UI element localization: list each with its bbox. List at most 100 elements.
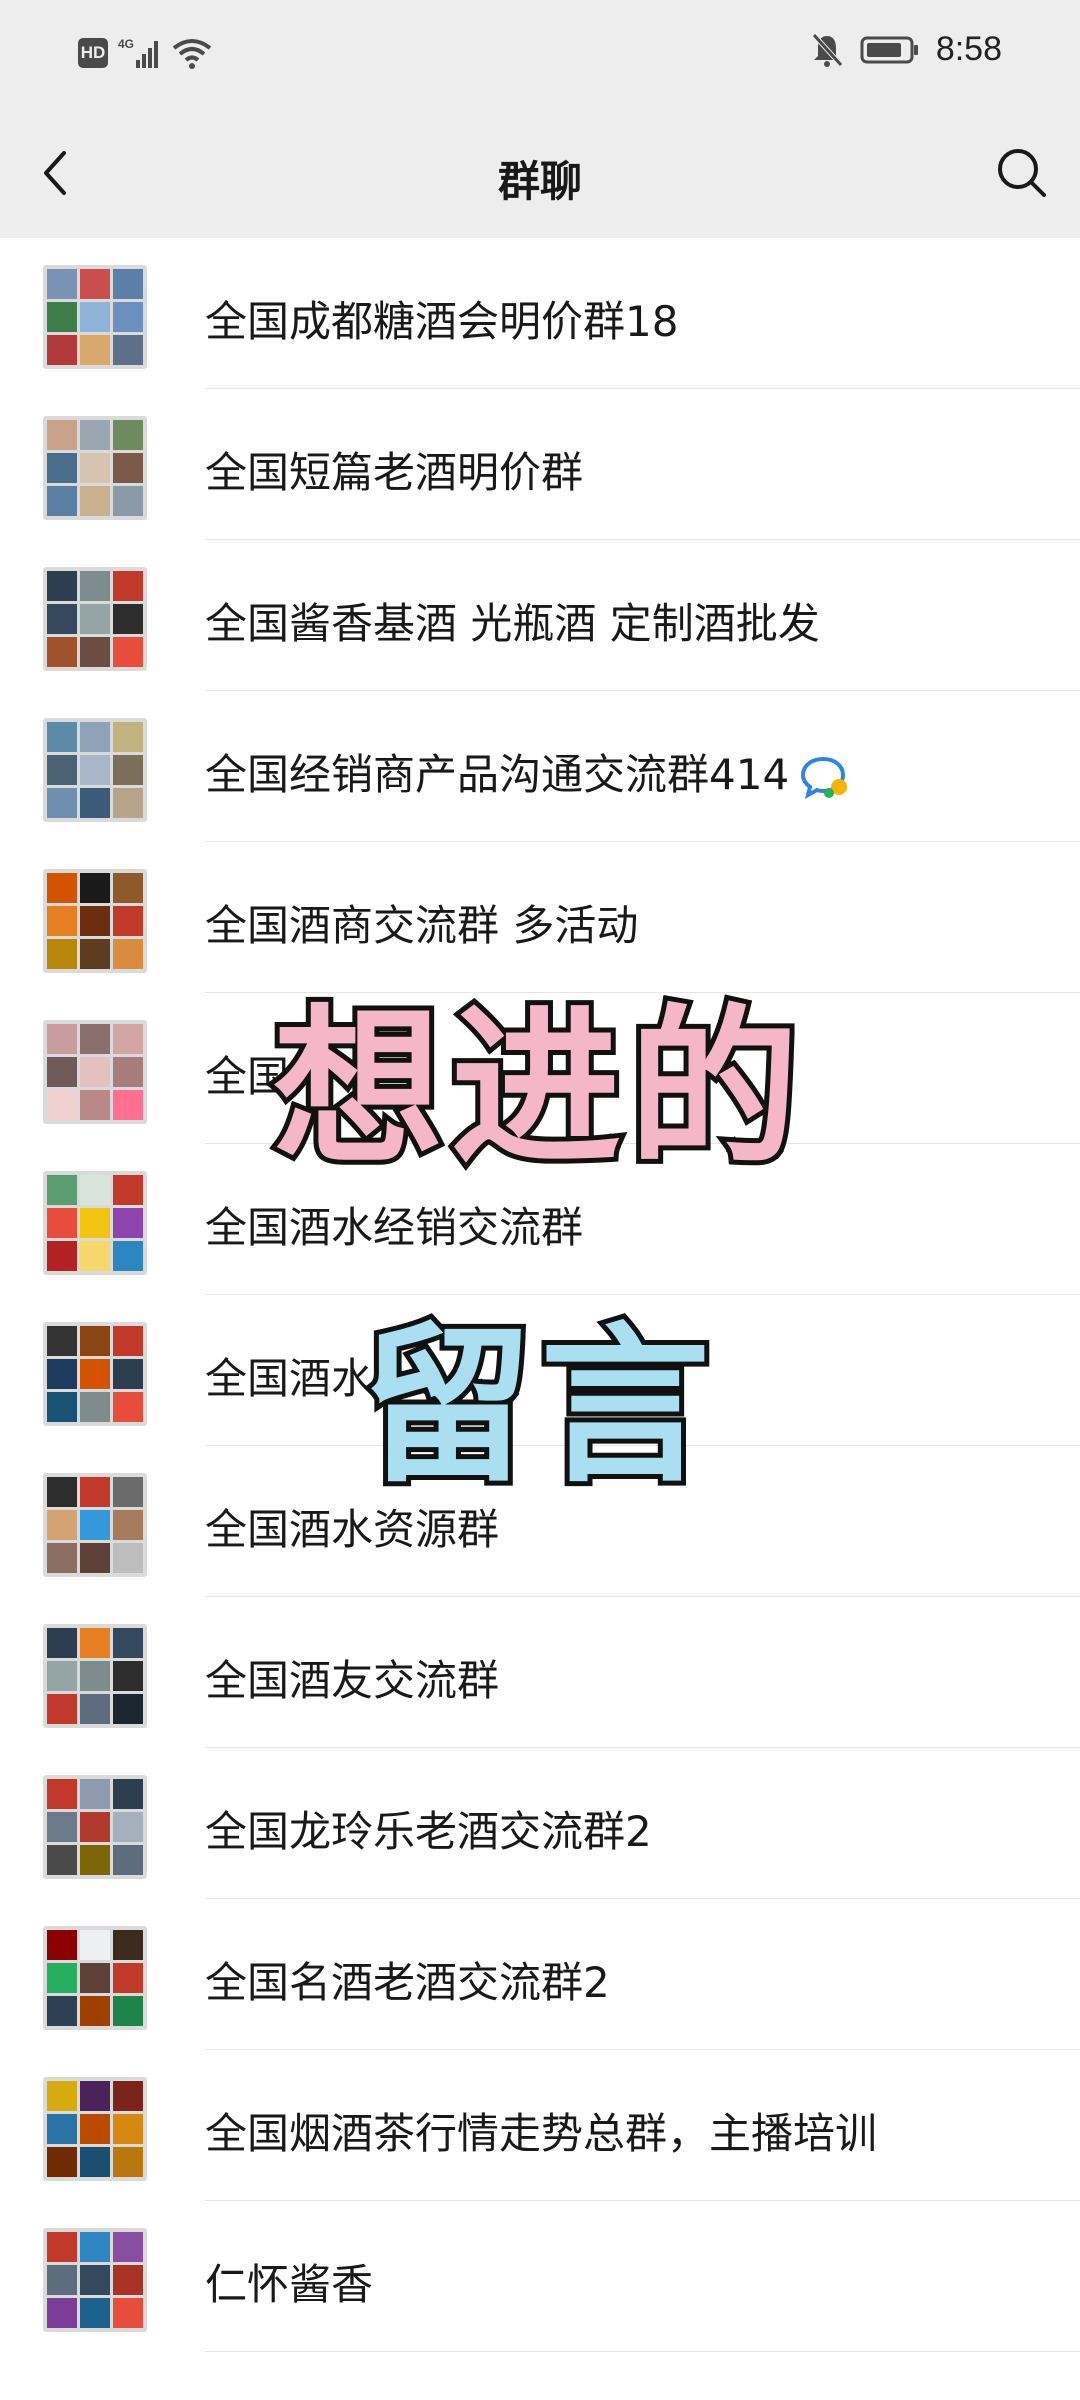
avatar-tile [47, 420, 77, 450]
avatar-tile [113, 1661, 143, 1691]
group-list-item[interactable]: 全国短篇老酒明价群 [0, 389, 1080, 540]
mute-bell-icon [811, 32, 843, 67]
avatar-tile [47, 2147, 77, 2177]
avatar-tile [80, 1845, 110, 1875]
hd-icon: HD [78, 38, 108, 68]
avatar-tile [47, 788, 77, 818]
avatar-tile [113, 453, 143, 483]
group-name-text: 全国酒商交流群 多活动 [205, 901, 639, 950]
avatar-tile [47, 1845, 77, 1875]
avatar-tile [80, 873, 110, 903]
group-name: 全国龙玲乐老酒交流群2 [205, 1798, 652, 1859]
group-name: 全国酒水经销交流群 [205, 1194, 583, 1255]
avatar-tile [80, 1628, 110, 1658]
avatar-tile [47, 637, 77, 667]
avatar-tile [80, 302, 110, 332]
avatar-tile [80, 2114, 110, 2144]
avatar-tile [113, 571, 143, 601]
avatar-tile [80, 1779, 110, 1809]
group-name-text: 仁怀酱香 [205, 2260, 374, 2309]
group-name: 全国经销商产品沟通交流群414 [205, 741, 851, 802]
avatar-tile [80, 1963, 110, 1993]
avatar-tile [80, 1930, 110, 1960]
avatar-tile [113, 1510, 143, 1540]
avatar-tile [113, 604, 143, 634]
avatar-tile [80, 637, 110, 667]
avatar-tile [47, 604, 77, 634]
search-icon[interactable] [992, 143, 1052, 203]
avatar-tile [80, 453, 110, 483]
avatar-tile [80, 1208, 110, 1238]
group-list-item[interactable]: 全国成都糖酒会明价群18 [0, 238, 1080, 389]
avatar-tile [80, 2147, 110, 2177]
group-list-item[interactable]: 全国名酒老酒交流群2 [0, 1899, 1080, 2050]
avatar-tile [113, 1963, 143, 1993]
avatar-tile [80, 1241, 110, 1271]
avatar-tile [47, 722, 77, 752]
avatar-tile [80, 335, 110, 365]
group-name: 全国烟酒茶行情走势总群，主播培训 [205, 2100, 877, 2161]
avatar-tile [47, 335, 77, 365]
avatar-tile [113, 1779, 143, 1809]
group-avatar [43, 1624, 147, 1728]
avatar-tile [47, 486, 77, 516]
avatar-tile [47, 1930, 77, 1960]
avatar-tile [113, 755, 143, 785]
group-name: 仁怀酱香 [205, 2251, 373, 2312]
avatar-tile [80, 788, 110, 818]
avatar-tile [113, 1208, 143, 1238]
group-name-text: 全国烟酒茶行情走势总群，主播培训 [205, 2109, 878, 2158]
status-bar: HD 4G 8:58 [0, 0, 1080, 108]
battery-icon [860, 36, 918, 63]
avatar-tile [113, 1694, 143, 1724]
group-name: 全国酒友交流群 [205, 1647, 499, 1708]
avatar-tile [80, 906, 110, 936]
group-list-item[interactable]: 全国酒友交流群 [0, 1597, 1080, 1748]
avatar-tile [113, 2298, 143, 2328]
avatar-tile [113, 722, 143, 752]
group-name-text: 全国酒水经销交流群 [205, 1203, 584, 1252]
avatar-tile [47, 2232, 77, 2262]
avatar-tile [80, 604, 110, 634]
avatar-tile [47, 1510, 77, 1540]
group-avatar [43, 1926, 147, 2030]
avatar-tile [47, 1963, 77, 1993]
avatar-tile [80, 269, 110, 299]
avatar-tile [47, 2265, 77, 2295]
group-list-item[interactable]: 全国龙玲乐老酒交流群2 [0, 1748, 1080, 1899]
avatar-tile [80, 2232, 110, 2262]
group-list-item[interactable]: 全国酱香基酒 光瓶酒 定制酒批发 [0, 540, 1080, 691]
avatar-tile [113, 335, 143, 365]
avatar-tile [47, 1996, 77, 2026]
avatar-tile [113, 1845, 143, 1875]
group-avatar [43, 416, 147, 520]
avatar-tile [47, 2298, 77, 2328]
group-list-item[interactable]: 仁怀酱香 [0, 2201, 1080, 2352]
group-name: 全国成都糖酒会明价群18 [205, 288, 678, 349]
avatar-tile [47, 755, 77, 785]
avatar-tile [113, 302, 143, 332]
avatar-tile [80, 755, 110, 785]
avatar-tile [113, 1543, 143, 1573]
group-name-text: 全国短篇老酒明价群 [205, 448, 584, 497]
avatar-tile [80, 1661, 110, 1691]
group-avatar [43, 567, 147, 671]
avatar-tile [47, 2114, 77, 2144]
avatar-tile [113, 1930, 143, 1960]
avatar-tile [47, 873, 77, 903]
avatar-tile [113, 1241, 143, 1271]
network-label: 4G [118, 37, 134, 51]
avatar-tile [113, 2265, 143, 2295]
group-name-text: 全国成都糖酒会明价群18 [205, 297, 679, 346]
avatar-tile [80, 1812, 110, 1842]
group-name-text: 全国龙玲乐老酒交流群2 [205, 1807, 652, 1856]
avatar-tile [113, 486, 143, 516]
avatar-tile [113, 1812, 143, 1842]
avatar-tile [80, 1694, 110, 1724]
group-avatar [43, 718, 147, 822]
group-list-item[interactable]: 全国烟酒茶行情走势总群，主播培训 [0, 2050, 1080, 2201]
group-list-item[interactable]: 全国经销商产品沟通交流群414 [0, 691, 1080, 842]
avatar-tile [47, 1241, 77, 1271]
avatar-tile [113, 2147, 143, 2177]
group-avatar [43, 1775, 147, 1879]
